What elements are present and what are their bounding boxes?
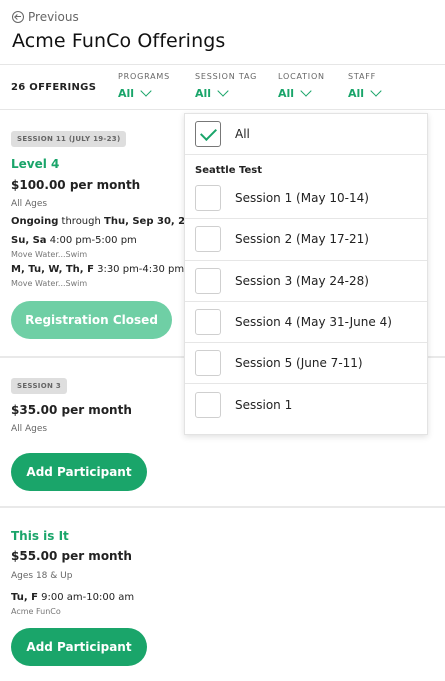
filter-session-tag[interactable]: SESSION TAG All — [195, 72, 257, 100]
schedule-location: Move Water...Swim — [11, 279, 88, 288]
page-title: Acme FunCo Offerings — [12, 30, 226, 52]
end-date: Thu, Sep 30, 2 — [104, 216, 186, 227]
offering-price: $100.00 per month — [11, 178, 141, 192]
dropdown-option[interactable]: Session 4 (May 31-June 4) — [185, 302, 427, 344]
option-label: Session 1 (May 10-14) — [235, 191, 369, 206]
ongoing-label: Ongoing — [11, 216, 59, 227]
schedule-location: Move Water...Swim — [11, 250, 88, 259]
page-header: Previous Acme FunCo Offerings — [0, 0, 445, 64]
chevron-down-icon — [140, 85, 152, 97]
offering-price: $35.00 per month — [11, 403, 132, 417]
schedule-time: 4:00 pm-5:00 pm — [46, 235, 137, 246]
checkbox-checked-icon[interactable] — [195, 121, 221, 147]
offering-price: $55.00 per month — [11, 549, 132, 563]
offerings-count: 26 OFFERINGS — [11, 82, 97, 93]
option-label: Session 1 — [235, 398, 293, 413]
dropdown-group-heading: Seattle Test — [195, 165, 262, 176]
offering-dates: Ongoing through Thu, Sep 30, 2 — [11, 216, 185, 227]
checkbox-icon[interactable] — [195, 185, 221, 212]
offering-name: This is It — [11, 529, 69, 543]
option-label: Session 3 (May 24-28) — [235, 273, 369, 288]
filter-staff[interactable]: STAFF All — [348, 72, 382, 100]
chevron-down-icon — [217, 85, 229, 97]
option-label: Session 2 (May 17-21) — [235, 232, 369, 247]
schedule-location: Acme FunCo — [11, 607, 61, 616]
filter-location[interactable]: LOCATION All — [278, 72, 325, 100]
filter-value: All — [118, 87, 135, 100]
chevron-down-icon — [300, 85, 312, 97]
filter-label: SESSION TAG — [195, 72, 258, 81]
dropdown-option[interactable]: Session 5 (June 7-11) — [185, 343, 427, 385]
schedule-time: 3:30 pm-4:30 pm — [93, 264, 185, 275]
session-tag-badge: SESSION 11 (JULY 19-23) — [11, 131, 127, 147]
schedule-days: Tu, F — [11, 592, 38, 603]
filter-label: LOCATION — [278, 72, 325, 81]
filter-label: PROGRAMS — [118, 72, 170, 81]
filter-value: All — [348, 87, 365, 100]
schedule-line: Tu, F 9:00 am-10:00 am — [11, 592, 134, 603]
schedule-days: Su, Sa — [11, 235, 47, 246]
schedule-line: M, Tu, W, Th, F 3:30 pm-4:30 pm — [11, 264, 184, 275]
dropdown-option[interactable]: Session 2 (May 17-21) — [185, 219, 427, 261]
filter-value: All — [195, 87, 212, 100]
checkbox-icon[interactable] — [195, 267, 221, 294]
session-tag-badge: SESSION 3 — [11, 378, 68, 394]
offering-ages: All Ages — [11, 199, 48, 209]
filter-value: All — [278, 87, 295, 100]
dropdown-option-all[interactable]: All — [185, 114, 427, 155]
registration-closed-button[interactable]: Registration Closed — [11, 301, 172, 339]
schedule-line: Su, Sa 4:00 pm-5:00 pm — [11, 235, 137, 246]
option-label: Session 5 (June 7-11) — [235, 356, 363, 371]
option-label: All — [235, 127, 250, 141]
filter-label: STAFF — [348, 72, 377, 81]
add-participant-button[interactable]: Add Participant — [11, 628, 147, 666]
back-arrow-icon — [12, 11, 24, 23]
offering-ages: All Ages — [11, 424, 48, 434]
checkbox-icon[interactable] — [195, 350, 221, 377]
through-label: through — [58, 216, 105, 227]
add-participant-button[interactable]: Add Participant — [11, 453, 147, 491]
checkbox-icon[interactable] — [195, 226, 221, 253]
schedule-time: 9:00 am-10:00 am — [37, 592, 135, 603]
checkbox-icon[interactable] — [195, 392, 221, 419]
back-link[interactable]: Previous — [12, 10, 433, 24]
chevron-down-icon — [370, 85, 382, 97]
checkbox-icon[interactable] — [195, 309, 221, 336]
offering-ages: Ages 18 & Up — [11, 571, 73, 581]
dropdown-option[interactable]: Session 1 — [185, 384, 427, 425]
session-tag-dropdown: All Seattle Test Session 1 (May 10-14) S… — [184, 113, 428, 435]
schedule-days: M, Tu, W, Th, F — [11, 264, 94, 275]
offering-card: This is It $55.00 per month Ages 18 & Up… — [0, 510, 445, 681]
offering-name: Level 4 — [11, 157, 60, 171]
filter-bar: 26 OFFERINGS PROGRAMS All SESSION TAG Al… — [0, 64, 445, 110]
filter-programs[interactable]: PROGRAMS All — [118, 72, 170, 100]
option-label: Session 4 (May 31-June 4) — [235, 315, 392, 330]
back-label: Previous — [28, 10, 79, 24]
dropdown-option[interactable]: Session 1 (May 10-14) — [185, 178, 427, 220]
dropdown-option[interactable]: Session 3 (May 24-28) — [185, 261, 427, 302]
